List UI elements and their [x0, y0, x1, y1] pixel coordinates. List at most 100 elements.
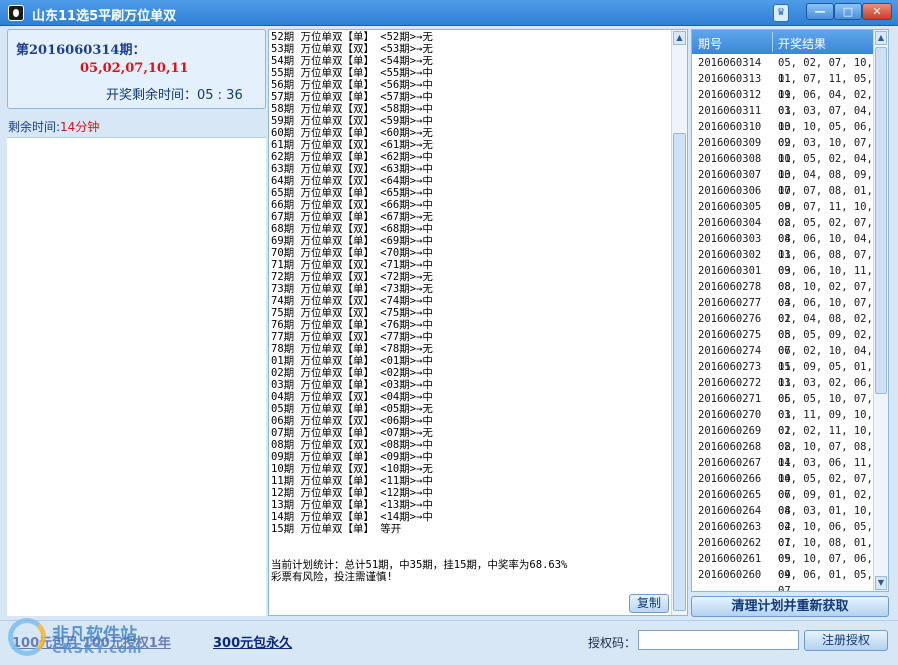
result-row[interactable]: 2016060273 11, 09, 05, 01, 03: [692, 359, 874, 389]
log-line: 63期 万位单双【双】 <63期>→中: [271, 163, 433, 175]
result-row[interactable]: 2016060266 04, 05, 02, 07, 06: [692, 471, 874, 501]
log-line: 08期 万位单双【双】 <08期>→中: [271, 439, 433, 451]
log-line: 67期 万位单双【单】 <67期>→无: [271, 211, 433, 223]
close-button[interactable]: ✕: [862, 3, 892, 20]
log-spacer: [271, 535, 671, 559]
app-icon: [8, 5, 24, 21]
result-issue: 2016060310: [698, 121, 762, 133]
result-row[interactable]: 2016060278 08, 10, 02, 07, 03: [692, 279, 874, 309]
log-line: 70期 万位单双【单】 <70期>→中: [271, 247, 433, 259]
remaining-time-label: 剩余时间:: [8, 120, 61, 134]
result-issue: 2016060270: [698, 409, 762, 421]
log-line: 15期 万位单双【单】 等开: [271, 523, 402, 535]
result-row[interactable]: 2016060265 07, 09, 01, 02, 04: [692, 487, 874, 517]
result-issue: 2016060276: [698, 313, 762, 325]
result-row[interactable]: 2016060305 08, 07, 11, 10, 02: [692, 199, 874, 229]
result-row[interactable]: 2016060268 02, 10, 07, 08, 11: [692, 439, 874, 469]
result-row[interactable]: 2016060312 11, 06, 04, 02, 03: [692, 87, 874, 117]
watermark-logo-icon: [8, 618, 46, 656]
result-issue: 2016060312: [698, 89, 762, 101]
result-row[interactable]: 2016060303 08, 06, 10, 04, 03: [692, 231, 874, 261]
auth-code-label: 授权码：: [588, 636, 637, 650]
result-row[interactable]: 2016060314 05, 02, 07, 10, 11: [692, 55, 874, 85]
results-scrollbar[interactable]: ▲ ▼: [873, 30, 888, 591]
log-line: 73期 万位单双【单】 <73期>→无: [271, 283, 433, 295]
log-line: 56期 万位单双【单】 <56期>→中: [271, 79, 433, 91]
watermark: 非凡软件站 CRSKY.com: [4, 606, 164, 664]
result-row[interactable]: 2016060263 04, 10, 06, 05, 01: [692, 519, 874, 549]
log-line: 78期 万位单双【单】 <78期>→无: [271, 343, 433, 355]
minimize-button[interactable]: —: [806, 3, 834, 20]
plan-log-scrollbar[interactable]: ▲: [671, 30, 687, 615]
result-row[interactable]: 2016060271 06, 05, 10, 07, 01: [692, 391, 874, 421]
result-row[interactable]: 2016060311 01, 03, 07, 04, 10: [692, 103, 874, 133]
column-result-header[interactable]: 开奖结果: [778, 35, 826, 52]
register-button[interactable]: 注册授权: [804, 630, 888, 651]
result-issue: 2016060309: [698, 137, 762, 149]
scroll-thumb[interactable]: [875, 47, 887, 394]
scroll-down-icon[interactable]: ▼: [875, 576, 887, 590]
maximize-button[interactable]: □: [834, 3, 862, 20]
result-row[interactable]: 2016060262 07, 10, 08, 01, 09: [692, 535, 874, 565]
result-row[interactable]: 2016060310 03, 10, 05, 06, 09: [692, 119, 874, 149]
result-row[interactable]: 2016060276 01, 04, 08, 02, 05: [692, 311, 874, 341]
result-row[interactable]: 2016060275 08, 05, 09, 02, 07: [692, 327, 874, 357]
scroll-thumb[interactable]: [673, 133, 686, 611]
log-line: 12期 万位单双【单】 <12期>→中: [271, 487, 433, 499]
reset-plan-button[interactable]: 清理计划并重新获取: [691, 596, 889, 617]
result-issue: 2016060302: [698, 249, 762, 261]
result-row[interactable]: 2016060260 04, 06, 01, 05, 07: [692, 567, 874, 591]
result-row[interactable]: 2016060302 11, 06, 08, 07, 03: [692, 247, 874, 277]
result-issue: 2016060261: [698, 553, 762, 565]
result-row[interactable]: 2016060306 10, 07, 08, 01, 09: [692, 183, 874, 213]
log-line: 72期 万位单双【双】 <72期>→无: [271, 271, 433, 283]
plan-log-panel[interactable]: 52期 万位单双【单】 <52期>→无 53期 万位单双【双】 <53期>→无 54…: [268, 29, 688, 616]
result-row[interactable]: 2016060309 02, 03, 10, 07, 01: [692, 135, 874, 165]
log-line: 77期 万位单双【双】 <77期>→中: [271, 331, 433, 343]
permanent-plan-link[interactable]: 300元包永久: [213, 632, 292, 651]
result-row[interactable]: 2016060304 08, 05, 02, 07, 04: [692, 215, 874, 245]
result-row[interactable]: 2016060272 11, 03, 02, 06, 05: [692, 375, 874, 405]
result-issue: 2016060264: [698, 505, 762, 517]
result-row[interactable]: 2016060269 01, 02, 11, 10, 08: [692, 423, 874, 453]
scroll-up-icon[interactable]: ▲: [673, 31, 686, 45]
result-row[interactable]: 2016060267 04, 03, 06, 11, 10: [692, 455, 874, 485]
result-row[interactable]: 2016060270 03, 11, 09, 10, 02: [692, 407, 874, 437]
result-row[interactable]: 2016060313 01, 07, 11, 05, 09: [692, 71, 874, 101]
log-line: 75期 万位单双【双】 <75期>→中: [271, 307, 433, 319]
log-line: 03期 万位单双【单】 <03期>→中: [271, 379, 433, 391]
copy-button[interactable]: 复制: [629, 594, 669, 613]
result-row[interactable]: 2016060274 06, 02, 10, 04, 05: [692, 343, 874, 373]
watermark-domain: CRSKY.com: [52, 642, 143, 657]
log-line: 05期 万位单双【单】 <05期>→无: [271, 403, 433, 415]
result-row[interactable]: 2016060261 05, 10, 07, 06, 09: [692, 551, 874, 581]
log-line: 04期 万位单双【双】 <04期>→中: [271, 391, 433, 403]
result-issue: 2016060266: [698, 473, 762, 485]
skin-icon[interactable]: ♛: [773, 4, 789, 22]
window-title: 山东11选5平刷万位单双: [32, 9, 177, 24]
results-header: 期号 开奖结果: [692, 30, 874, 54]
log-line: 64期 万位单双【双】 <64期>→中: [271, 175, 433, 187]
result-row[interactable]: 2016060308 10, 05, 02, 04, 03: [692, 151, 874, 181]
plan-log-text[interactable]: 52期 万位单双【单】 <52期>→无 53期 万位单双【双】 <53期>→无 54…: [271, 31, 671, 615]
result-row[interactable]: 2016060264 08, 03, 01, 10, 02: [692, 503, 874, 533]
log-warning: 彩票有风险，投注需谨慎!: [271, 571, 393, 583]
issue-label: 第2016060314期：: [16, 43, 146, 58]
result-issue: 2016060269: [698, 425, 762, 437]
current-issue-panel: 第2016060314期： 05,02,07,10,11 开奖剩余时间：05 :…: [7, 29, 266, 109]
auth-code-input[interactable]: [638, 630, 799, 650]
result-issue: 2016060274: [698, 345, 762, 357]
result-issue: 2016060268: [698, 441, 762, 453]
result-row[interactable]: 2016060301 09, 06, 10, 11, 08: [692, 263, 874, 293]
draw-countdown: 开奖剩余时间：05 : 36: [106, 88, 243, 103]
result-row[interactable]: 2016060307 10, 04, 08, 09, 07: [692, 167, 874, 197]
remaining-time-value: 14分钟: [60, 120, 100, 134]
result-issue: 2016060278: [698, 281, 762, 293]
log-line: 54期 万位单双【单】 <54期>→无: [271, 55, 433, 67]
log-line: 57期 万位单双【单】 <57期>→中: [271, 91, 433, 103]
log-line: 13期 万位单双【单】 <13期>→中: [271, 499, 433, 511]
column-issue-header[interactable]: 期号: [698, 35, 722, 52]
result-issue: 2016060311: [698, 105, 762, 117]
scroll-up-icon[interactable]: ▲: [875, 31, 887, 45]
result-row[interactable]: 2016060277 04, 06, 10, 07, 02: [692, 295, 874, 325]
